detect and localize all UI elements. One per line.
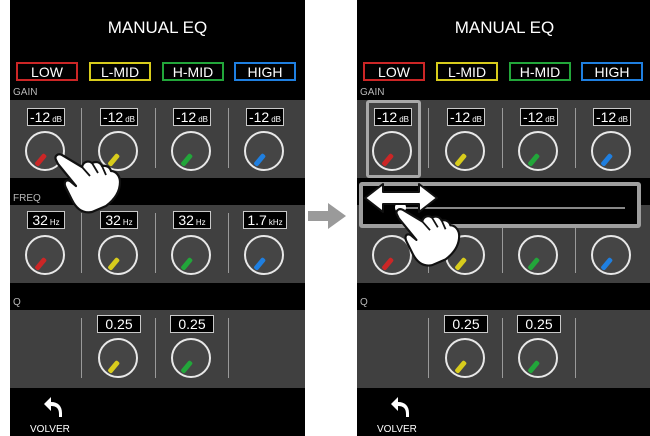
band-button-h-mid[interactable]: H-MID [162,62,224,81]
gain-value-high: -12 dB [246,108,284,126]
gain-knob-high[interactable] [244,131,284,171]
gain-value-high: -12 dB [593,108,631,126]
divider [228,108,229,168]
band-button-l-mid[interactable]: L-MID [89,62,151,81]
divider [502,108,503,168]
divider [228,213,229,273]
divider [81,213,82,273]
right-arrow-icon [308,203,346,229]
q-knob-h-mid[interactable] [518,338,558,378]
gain-value-l-mid: -12 dB [447,108,485,126]
q-section-label: Q [360,297,368,308]
divider [155,318,156,378]
gain-section-label: GAIN [360,87,385,98]
selected-gain-low-highlight [366,100,421,178]
q-value-h-mid: 0.25 [517,315,561,333]
divider [155,108,156,168]
freq-value-h-mid: 32 Hz [173,211,211,229]
freq-value-high: 1.7 kHz [243,211,287,229]
footer-bar: VOLVER [10,388,305,436]
pointing-hand-icon [395,208,461,267]
back-button-label[interactable]: VOLVER [377,424,417,435]
q-value-h-mid: 0.25 [170,315,214,333]
q-value-l-mid: 0.25 [444,315,488,333]
divider [575,108,576,168]
band-button-h-mid[interactable]: H-MID [509,62,571,81]
q-knob-l-mid[interactable] [445,338,485,378]
freq-section-label: FREQ [13,193,41,204]
gain-value-low: -12 dB [27,108,65,126]
freq-knob-h-mid[interactable] [518,235,558,275]
pointing-hand-icon [54,153,122,214]
divider [228,318,229,378]
divider [502,318,503,378]
gain-value-h-mid: -12 dB [520,108,558,126]
freq-knob-high[interactable] [591,235,631,275]
back-curved-arrow-icon[interactable] [389,395,411,419]
q-section-label: Q [13,297,21,308]
q-knob-l-mid[interactable] [98,338,138,378]
gain-knob-h-mid[interactable] [171,131,211,171]
divider [81,318,82,378]
back-curved-arrow-icon[interactable] [42,395,64,419]
band-button-low[interactable]: LOW [363,62,425,81]
back-button-label[interactable]: VOLVER [30,424,70,435]
q-knob-h-mid[interactable] [171,338,211,378]
q-value-l-mid: 0.25 [97,315,141,333]
band-button-low[interactable]: LOW [16,62,78,81]
screen-title: MANUAL EQ [454,18,555,37]
gain-knob-l-mid[interactable] [445,131,485,171]
divider [155,213,156,273]
divider [575,318,576,378]
gain-section-label: GAIN [13,87,38,98]
gain-value-l-mid: -12 dB [100,108,138,126]
freq-knob-high[interactable] [244,235,284,275]
band-button-l-mid[interactable]: L-MID [436,62,498,81]
q-section: 0.25 0.25 [10,310,305,388]
freq-knob-h-mid[interactable] [171,235,211,275]
screen-title: MANUAL EQ [107,18,208,37]
band-selector: LOW L-MID H-MID HIGH [357,62,650,84]
band-button-high[interactable]: HIGH [234,62,296,81]
divider [428,108,429,168]
manual-eq-screen-after: MANUAL EQ LOW L-MID H-MID HIGH GAIN -12 d… [357,0,650,436]
footer-bar: VOLVER [357,388,650,436]
divider [428,318,429,378]
q-section: 0.25 0.25 [357,310,650,388]
freq-knob-l-mid[interactable] [98,235,138,275]
band-button-high[interactable]: HIGH [581,62,643,81]
freq-knob-low[interactable] [25,235,65,275]
manual-eq-screen-before: MANUAL EQ LOW L-MID H-MID HIGH GAIN -12 d… [10,0,305,436]
gain-knob-high[interactable] [591,131,631,171]
band-selector: LOW L-MID H-MID HIGH [10,62,305,84]
gain-knob-h-mid[interactable] [518,131,558,171]
gain-value-h-mid: -12 dB [173,108,211,126]
